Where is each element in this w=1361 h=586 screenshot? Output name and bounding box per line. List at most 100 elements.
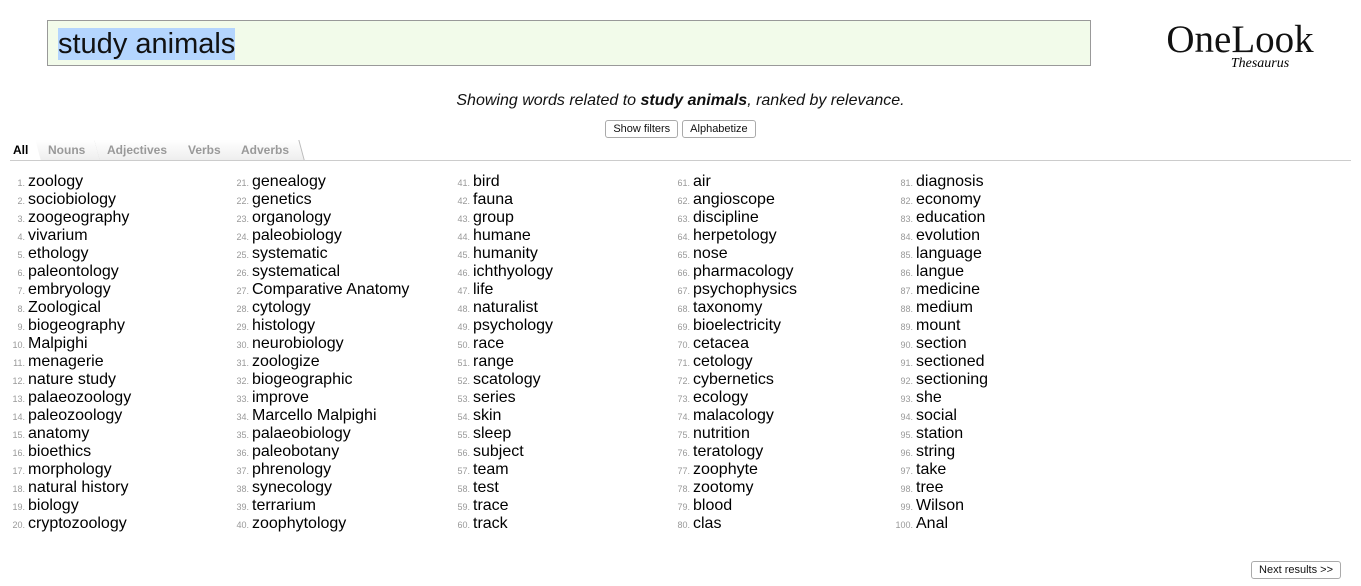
result-word-text[interactable]: zootomy — [693, 479, 753, 496]
result-word-text[interactable]: social — [916, 407, 957, 424]
result-word[interactable]: 93. she — [893, 389, 1114, 407]
result-word[interactable]: 63. discipline — [672, 209, 893, 227]
result-word[interactable]: 43. group — [452, 209, 673, 227]
result-word[interactable]: 23. organology — [231, 209, 452, 227]
result-word-text[interactable]: cetacea — [693, 335, 749, 352]
result-word[interactable]: 58. test — [452, 479, 673, 497]
result-word-text[interactable]: trace — [473, 497, 509, 514]
result-word-text[interactable]: biology — [28, 497, 79, 514]
result-word-text[interactable]: neurobiology — [252, 335, 344, 352]
result-word[interactable]: 55. sleep — [452, 425, 673, 443]
result-word[interactable]: 61. air — [672, 173, 893, 191]
result-word-text[interactable]: menagerie — [28, 353, 104, 370]
show-filters-button[interactable]: Show filters — [605, 120, 679, 138]
result-word-text[interactable]: naturalist — [473, 299, 538, 316]
result-word-text[interactable]: ecology — [693, 389, 748, 406]
result-word[interactable]: 72. cybernetics — [672, 371, 893, 389]
result-word[interactable]: 78. zootomy — [672, 479, 893, 497]
result-word-text[interactable]: anatomy — [28, 425, 89, 442]
result-word[interactable]: 14. paleozoology — [10, 407, 231, 425]
result-word-text[interactable]: langue — [916, 263, 964, 280]
result-word-text[interactable]: string — [916, 443, 955, 460]
result-word-text[interactable]: medicine — [916, 281, 980, 298]
result-word[interactable]: 26. systematical — [231, 263, 452, 281]
result-word[interactable]: 49. psychology — [452, 317, 673, 335]
result-word[interactable]: 70. cetacea — [672, 335, 893, 353]
result-word-text[interactable]: genealogy — [252, 173, 326, 190]
result-word[interactable]: 46. ichthyology — [452, 263, 673, 281]
result-word[interactable]: 27. Comparative Anatomy — [231, 281, 452, 299]
result-word-text[interactable]: sectioning — [916, 371, 988, 388]
result-word-text[interactable]: nutrition — [693, 425, 750, 442]
result-word[interactable]: 80. clas — [672, 515, 893, 533]
result-word[interactable]: 81. diagnosis — [893, 173, 1114, 191]
result-word[interactable]: 34. Marcello Malpighi — [231, 407, 452, 425]
result-word-text[interactable]: psychology — [473, 317, 553, 334]
result-word[interactable]: 68. taxonomy — [672, 299, 893, 317]
result-word[interactable]: 29. histology — [231, 317, 452, 335]
logo[interactable]: OneLook Thesaurus — [1157, 20, 1323, 72]
result-word-text[interactable]: cybernetics — [693, 371, 774, 388]
alphabetize-button[interactable]: Alphabetize — [682, 120, 756, 138]
result-word-text[interactable]: pharmacology — [693, 263, 794, 280]
result-word[interactable]: 12. nature study — [10, 371, 231, 389]
result-word-text[interactable]: cytology — [252, 299, 311, 316]
result-word[interactable]: 15. anatomy — [10, 425, 231, 443]
result-word-text[interactable]: paleontology — [28, 263, 119, 280]
result-word[interactable]: 82. economy — [893, 191, 1114, 209]
result-word[interactable]: 28. cytology — [231, 299, 452, 317]
result-word[interactable]: 42. fauna — [452, 191, 673, 209]
result-word-text[interactable]: series — [473, 389, 516, 406]
result-word-text[interactable]: taxonomy — [693, 299, 762, 316]
result-word[interactable]: 85. language — [893, 245, 1114, 263]
result-word-text[interactable]: zoophyte — [693, 461, 758, 478]
result-word[interactable]: 69. bioelectricity — [672, 317, 893, 335]
result-word[interactable]: 92. sectioning — [893, 371, 1114, 389]
result-word-text[interactable]: ethology — [28, 245, 89, 262]
result-word[interactable]: 65. nose — [672, 245, 893, 263]
result-word-text[interactable]: team — [473, 461, 509, 478]
result-word-text[interactable]: zoology — [28, 173, 83, 190]
result-word-text[interactable]: skin — [473, 407, 501, 424]
result-word-text[interactable]: cetology — [693, 353, 753, 370]
result-word-text[interactable]: vivarium — [28, 227, 88, 244]
result-word-text[interactable]: histology — [252, 317, 315, 334]
result-word[interactable]: 62. angioscope — [672, 191, 893, 209]
result-word-text[interactable]: mount — [916, 317, 960, 334]
result-word[interactable]: 20. cryptozoology — [10, 515, 231, 533]
result-word-text[interactable]: palaeobiology — [252, 425, 351, 442]
result-word[interactable]: 9. biogeography — [10, 317, 231, 335]
result-word-text[interactable]: herpetology — [693, 227, 777, 244]
result-word[interactable]: 17. morphology — [10, 461, 231, 479]
result-word-text[interactable]: group — [473, 209, 514, 226]
result-word[interactable]: 33. improve — [231, 389, 452, 407]
result-word[interactable]: 1. zoology — [10, 173, 231, 191]
result-word[interactable]: 4. vivarium — [10, 227, 231, 245]
result-word[interactable]: 75. nutrition — [672, 425, 893, 443]
result-word-text[interactable]: bird — [473, 173, 500, 190]
result-word[interactable]: 50. race — [452, 335, 673, 353]
result-word-text[interactable]: language — [916, 245, 982, 262]
result-word-text[interactable]: zoologize — [252, 353, 320, 370]
result-word[interactable]: 95. station — [893, 425, 1114, 443]
result-word[interactable]: 56. subject — [452, 443, 673, 461]
result-word-text[interactable]: sectioned — [916, 353, 985, 370]
result-word[interactable]: 19. biology — [10, 497, 231, 515]
result-word[interactable]: 57. team — [452, 461, 673, 479]
result-word[interactable]: 25. systematic — [231, 245, 452, 263]
result-word[interactable]: 6. paleontology — [10, 263, 231, 281]
result-word-text[interactable]: nature study — [28, 371, 116, 388]
result-word[interactable]: 38. synecology — [231, 479, 452, 497]
result-word-text[interactable]: tree — [916, 479, 944, 496]
tab-adjectives[interactable]: Adjectives — [94, 140, 183, 160]
result-word-text[interactable]: biogeography — [28, 317, 125, 334]
result-word[interactable]: 99. Wilson — [893, 497, 1114, 515]
result-word[interactable]: 54. skin — [452, 407, 673, 425]
next-results-button[interactable]: Next results >> — [1251, 561, 1341, 579]
result-word-text[interactable]: blood — [693, 497, 732, 514]
result-word[interactable]: 22. genetics — [231, 191, 452, 209]
result-word[interactable]: 52. scatology — [452, 371, 673, 389]
result-word-text[interactable]: systematic — [252, 245, 328, 262]
result-word[interactable]: 3. zoogeography — [10, 209, 231, 227]
result-word[interactable]: 39. terrarium — [231, 497, 452, 515]
